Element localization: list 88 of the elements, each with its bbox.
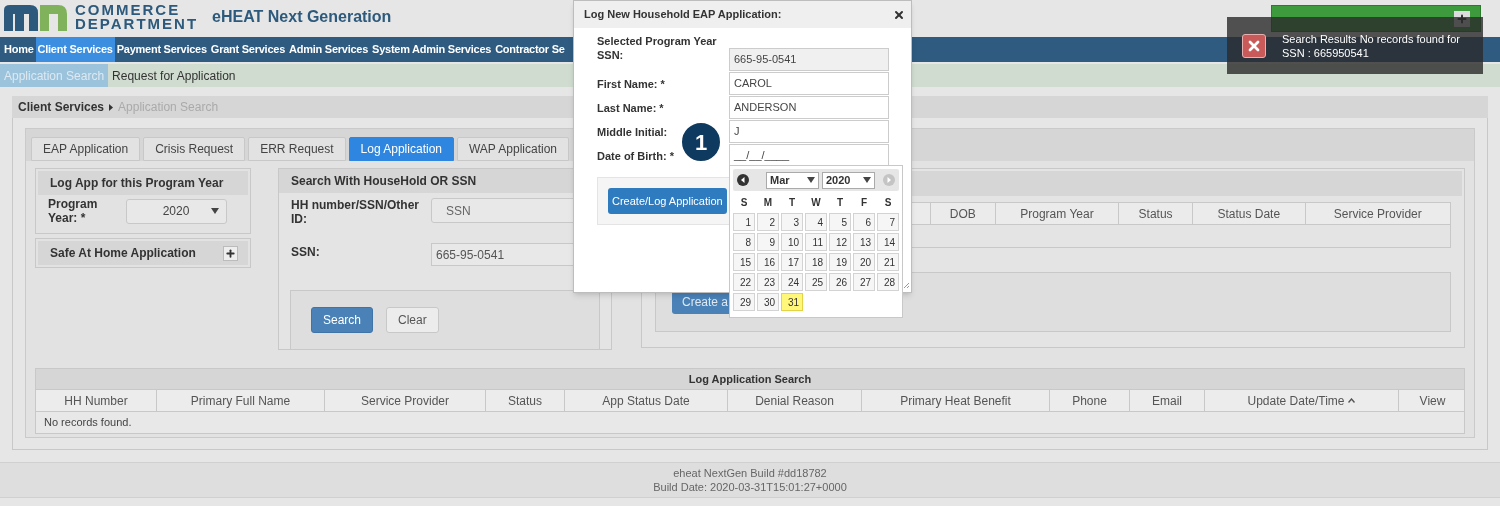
day-cell[interactable]: 25 [805, 273, 827, 291]
footer-text: Build Date: 2020-03-31T15:01:27+0000 [653, 480, 847, 494]
day-cell[interactable]: 12 [829, 233, 851, 251]
weekday-label: T [787, 195, 797, 210]
weekday-label: F [859, 195, 869, 210]
day-cell[interactable]: 14 [877, 233, 899, 251]
tab[interactable]: Log Application [348, 137, 454, 161]
day-cell[interactable]: 27 [853, 273, 875, 291]
day-cell[interactable]: 3 [781, 213, 803, 231]
day-cell[interactable]: 30 [757, 293, 779, 311]
field-label: HH number/SSN/Other ID: [290, 198, 420, 226]
day-cell[interactable]: 15 [733, 253, 755, 271]
text-input[interactable]: CAROL [729, 72, 889, 95]
day-cell[interactable]: 17 [781, 253, 803, 271]
create-log-button[interactable]: Create/Log Application [608, 188, 727, 214]
nav-item[interactable]: Admin Services [287, 37, 371, 62]
nav-item[interactable]: Contractor Se [493, 37, 567, 62]
tab[interactable]: EAP Application [31, 137, 141, 161]
day-cell[interactable]: 31 [781, 293, 803, 311]
day-cell[interactable]: 21 [877, 253, 899, 271]
column-header: Status Date [1191, 203, 1305, 224]
modal-title: Log New Household EAP Application: [584, 7, 782, 23]
nav-item[interactable]: Home [2, 37, 36, 62]
toast-message: Search Results No records found for SSN : 665950541 [1282, 31, 1461, 60]
field-label: Date of Birth: * [596, 149, 675, 163]
day-cell[interactable]: 11 [805, 233, 827, 251]
weekday-label: W [810, 195, 822, 210]
text-input[interactable]: __/__/____ [729, 144, 889, 167]
app-title: eHEAT Next Generation [212, 7, 392, 27]
day-cell[interactable]: 1 [733, 213, 755, 231]
breadcrumb-link[interactable]: Client Services [18, 98, 105, 116]
nav-item[interactable]: Payment Services [114, 37, 209, 62]
footer-text: eheat NextGen Build #dd18782 [673, 466, 827, 480]
day-cell[interactable]: 8 [733, 233, 755, 251]
tab[interactable]: ERR Request [248, 137, 346, 161]
day-cell[interactable]: 9 [757, 233, 779, 251]
weekday-label: T [835, 195, 845, 210]
day-cell[interactable]: 28 [877, 273, 899, 291]
column-header: Status [1118, 203, 1192, 224]
month-select[interactable]: Mar [766, 171, 819, 189]
tab[interactable]: Crisis Request [143, 137, 246, 161]
day-cell[interactable]: 29 [733, 293, 755, 311]
column-header: Service Provider [1304, 203, 1450, 224]
logo-text: COMMERCE [75, 3, 182, 17]
text-input[interactable]: J [729, 120, 889, 143]
empty-message: No records found. [44, 415, 132, 431]
panel-title: Log App for this Program Year [50, 175, 224, 192]
field-label: Last Name: * [596, 101, 665, 115]
day-cell[interactable]: 26 [829, 273, 851, 291]
column-header[interactable]: HH Number [36, 390, 156, 411]
panel-title: Safe At Home Application [50, 245, 196, 262]
field-label: Program Year: * [47, 197, 99, 225]
year-select[interactable]: 2020 [822, 171, 875, 189]
field-label: Selected Program Year SSN: [596, 34, 718, 62]
subnav-item[interactable]: Request for Application [108, 64, 240, 87]
weekday-label: S [739, 195, 749, 210]
day-cell[interactable]: 6 [853, 213, 875, 231]
day-cell[interactable]: 18 [805, 253, 827, 271]
day-cell[interactable]: 13 [853, 233, 875, 251]
day-cell[interactable]: 22 [733, 273, 755, 291]
day-cell[interactable]: 24 [781, 273, 803, 291]
nav-item[interactable]: System Admin Services [370, 37, 494, 62]
logo-text: DEPARTMENT [75, 17, 199, 31]
day-cell[interactable]: 7 [877, 213, 899, 231]
search-button[interactable]: Search [311, 307, 374, 333]
day-cell[interactable]: 23 [757, 273, 779, 291]
day-cell[interactable]: 20 [853, 253, 875, 271]
program-year-select[interactable]: 2020 [126, 198, 227, 224]
field-label: First Name: * [596, 77, 666, 91]
day-cell[interactable]: 10 [781, 233, 803, 251]
day-cell[interactable]: 4 [805, 213, 827, 231]
panel-title: Search With HouseHold OR SSN [291, 173, 477, 190]
day-cell[interactable]: 5 [829, 213, 851, 231]
day-cell[interactable]: 2 [757, 213, 779, 231]
nav-item[interactable]: Grant Services [208, 37, 287, 62]
day-cell[interactable]: 16 [757, 253, 779, 271]
weekday-label: S [883, 195, 893, 210]
column-header: Program Year [994, 203, 1119, 224]
table-title: Log Application Search [688, 371, 812, 387]
weekday-label: M [762, 195, 774, 210]
field-label: Middle Initial: [596, 125, 669, 139]
clear-button[interactable]: Clear [386, 307, 439, 333]
column-header: DOB [929, 203, 995, 224]
tab[interactable]: WAP Application [457, 137, 570, 161]
field-label: SSN: [290, 244, 321, 261]
text-input[interactable]: ANDERSON [729, 96, 889, 119]
text-input[interactable]: 665-95-0541 [729, 48, 889, 71]
day-cell[interactable]: 19 [829, 253, 851, 271]
